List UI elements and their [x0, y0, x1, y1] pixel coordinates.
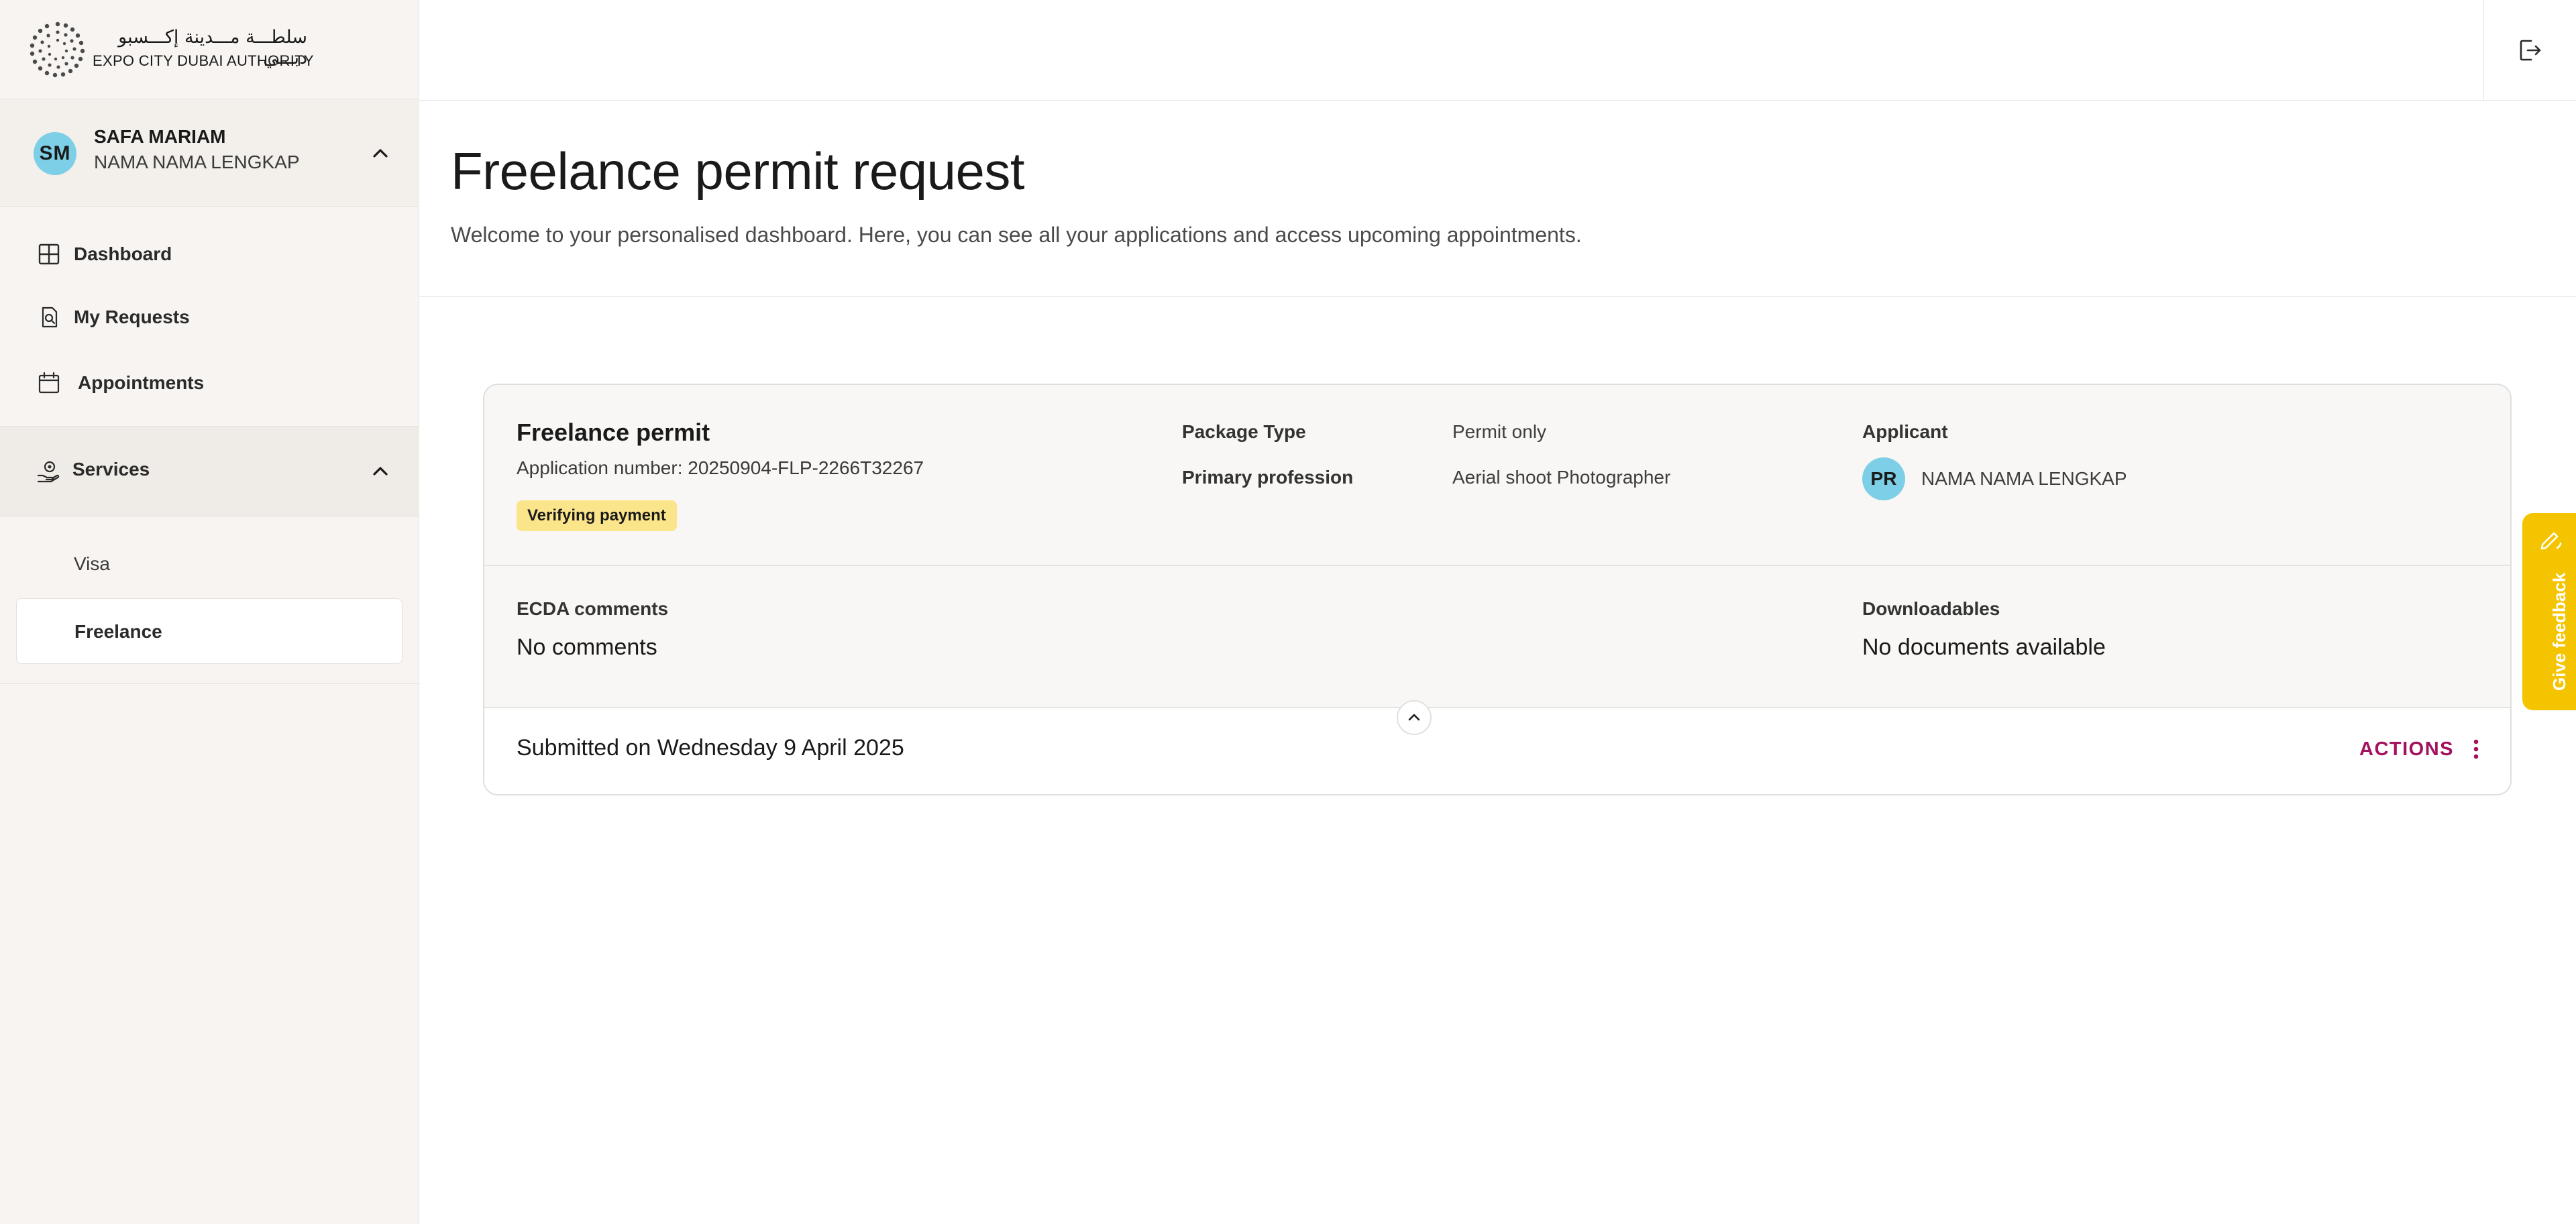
user-name: SAFA MARIAM	[94, 126, 226, 147]
downloadables-value: No documents available	[1862, 634, 2106, 660]
primary-profession-value: Aerial shoot Photographer	[1452, 467, 1671, 488]
logout-icon	[2520, 40, 2540, 61]
package-type-label: Package Type	[1182, 421, 1306, 442]
primary-profession-label: Primary profession	[1182, 467, 1354, 488]
sidebar-item-label: Services	[72, 459, 150, 480]
application-number: Application number: 20250904-FLP-2266T32…	[517, 457, 924, 478]
package-type-value: Permit only	[1452, 421, 1547, 442]
give-feedback-button[interactable]: Give feedback	[2522, 513, 2576, 710]
sidebar-item-appointments[interactable]: Appointments	[0, 353, 419, 413]
give-feedback-label: Give feedback	[2549, 572, 2569, 691]
top-bar	[419, 0, 2576, 101]
sidebar-item-visa[interactable]: Visa	[16, 531, 402, 597]
sidebar-subitem-label: Freelance	[74, 621, 162, 642]
sidebar-item-label: Appointments	[78, 372, 205, 393]
services-submenu: Visa Freelance	[0, 516, 419, 684]
logo-text-english: EXPO CITY DUBAI AUTHORITY	[93, 52, 314, 69]
actions-label: ACTIONS	[2359, 738, 2454, 760]
status-badge: Verifying payment	[517, 500, 677, 531]
request-footer: Submitted on Wednesday 9 April 2025 ACTI…	[484, 708, 2510, 794]
applicant-avatar: PR	[1862, 457, 1905, 500]
logout-button[interactable]	[2483, 0, 2576, 101]
comments-value: No comments	[517, 634, 657, 660]
actions-button[interactable]: ACTIONS	[2359, 732, 2479, 766]
downloadables-label: Downloadables	[1862, 598, 2000, 619]
chevron-up-icon	[373, 149, 388, 158]
logo-icon	[30, 21, 85, 78]
request-details: ECDA comments No comments Downloadables …	[484, 566, 2510, 708]
user-avatar: SM	[34, 132, 76, 175]
sidebar-item-my-requests[interactable]: My Requests	[0, 287, 419, 347]
submitted-date: Submitted on Wednesday 9 April 2025	[517, 735, 904, 761]
user-profile[interactable]: SM SAFA MARIAM NAMA NAMA LENGKAP	[0, 99, 419, 207]
sidebar-subitem-label: Visa	[74, 553, 110, 574]
collapse-details-button[interactable]	[1397, 700, 1432, 735]
request-summary: Freelance permit Application number: 202…	[484, 385, 2510, 566]
logo-area: سلطـــة مـــدينة إكـــسبو دبـــي EXPO CI…	[0, 0, 419, 99]
sidebar-item-services[interactable]: Services	[0, 427, 419, 516]
chevron-up-icon	[1408, 714, 1420, 721]
page-title: Freelance permit request	[451, 142, 1025, 201]
request-title: Freelance permit	[517, 419, 710, 446]
sidebar-item-label: Dashboard	[74, 243, 172, 264]
sidebar-item-label: My Requests	[74, 307, 190, 327]
applicant-label: Applicant	[1862, 421, 1948, 442]
more-vertical-icon	[2473, 739, 2479, 759]
comments-label: ECDA comments	[517, 598, 669, 619]
applicant-name: NAMA NAMA LENGKAP	[1921, 468, 2127, 489]
calendar-icon	[38, 372, 60, 394]
pencil-icon	[2540, 532, 2562, 550]
page-description: Welcome to your personalised dashboard. …	[451, 223, 1582, 247]
user-menu-toggle[interactable]	[367, 140, 394, 167]
sidebar-item-dashboard[interactable]: Dashboard	[0, 224, 419, 284]
request-card: Freelance permit Application number: 202…	[483, 384, 2512, 795]
services-toggle[interactable]	[367, 458, 394, 485]
grid-icon	[38, 243, 60, 265]
chevron-up-icon	[373, 467, 388, 476]
document-search-icon	[42, 307, 58, 328]
user-subtitle: NAMA NAMA LENGKAP	[94, 152, 300, 172]
sidebar-item-freelance[interactable]: Freelance	[16, 598, 402, 664]
page-header: Freelance permit request Welcome to your…	[419, 101, 2576, 297]
hand-service-icon	[37, 461, 60, 483]
